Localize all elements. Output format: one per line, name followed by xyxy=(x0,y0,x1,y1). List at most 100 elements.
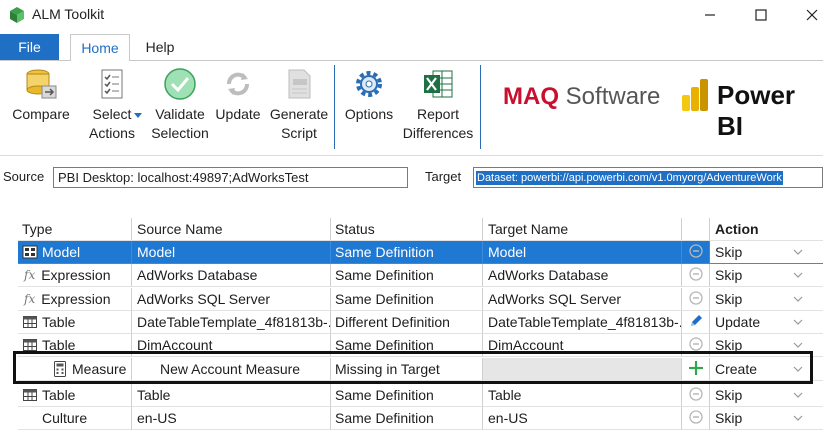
chevron-down-icon[interactable] xyxy=(793,390,803,400)
chevron-down-icon[interactable] xyxy=(793,270,803,280)
ribbon-separator xyxy=(334,65,335,149)
target-field[interactable]: Dataset: powerbi://api.powerbi.com/v1.0m… xyxy=(473,167,823,188)
header-action[interactable]: Action xyxy=(710,218,823,241)
source-label: Source xyxy=(3,169,45,184)
action-dropdown[interactable]: Skip xyxy=(710,264,823,287)
type-label: Expression xyxy=(41,291,111,307)
chevron-down-icon[interactable] xyxy=(793,413,803,423)
header-icon-column xyxy=(682,218,710,241)
fx-icon: fx xyxy=(24,292,36,306)
action-value: Create xyxy=(715,361,758,377)
gear-icon xyxy=(352,67,386,101)
type-label: Table xyxy=(42,387,76,403)
maximize-icon xyxy=(755,9,767,21)
cell-type: Model xyxy=(18,241,132,264)
refresh-icon xyxy=(221,67,255,101)
chevron-down-icon[interactable] xyxy=(793,364,803,374)
cell-source-name: DimAccount xyxy=(132,334,331,357)
cell-source-name: Table xyxy=(132,384,331,407)
tab-file[interactable]: File xyxy=(0,34,59,60)
close-button[interactable] xyxy=(787,0,823,30)
grid-header: Type Source Name Status Target Name Acti… xyxy=(18,218,823,241)
validate-selection-label: Validate Selection xyxy=(151,106,209,141)
cell-status: Same Definition xyxy=(331,407,483,430)
action-dropdown[interactable]: Update xyxy=(710,311,823,334)
action-value: Skip xyxy=(715,387,743,403)
chevron-down-icon[interactable] xyxy=(134,113,142,119)
maximize-button[interactable] xyxy=(736,0,786,30)
action-dropdown[interactable]: Skip xyxy=(710,288,823,311)
skip-circle-icon[interactable] xyxy=(688,336,703,354)
cell-status-icon[interactable] xyxy=(682,384,710,407)
cell-status: Same Definition xyxy=(331,334,483,357)
skip-circle-icon[interactable] xyxy=(688,290,703,308)
validate-selection-button[interactable]: Validate Selection xyxy=(150,67,210,143)
cell-target-name xyxy=(483,358,682,381)
skip-circle-icon[interactable] xyxy=(688,386,703,404)
action-dropdown[interactable]: Skip xyxy=(710,407,823,430)
report-differences-button[interactable]: Report Differences xyxy=(401,67,475,143)
type-label: Table xyxy=(42,337,76,353)
action-dropdown[interactable]: Create xyxy=(710,358,823,381)
generate-script-button[interactable]: Generate Script xyxy=(268,67,330,143)
table-row[interactable]: Table Table Same Definition Table Skip xyxy=(18,384,823,407)
maq-logo-rest: Software xyxy=(559,83,661,110)
table-row[interactable]: Measure New Account Measure Missing in Tar… xyxy=(18,358,823,381)
action-dropdown[interactable]: Skip xyxy=(710,334,823,357)
cell-status-icon[interactable] xyxy=(682,311,710,334)
cell-status: Different Definition xyxy=(331,311,483,334)
cell-source-name: en-US xyxy=(132,407,331,430)
chevron-down-icon[interactable] xyxy=(793,247,803,257)
header-type[interactable]: Type xyxy=(18,218,132,241)
cell-status-icon[interactable] xyxy=(682,241,710,264)
skip-circle-icon[interactable] xyxy=(688,243,703,261)
calculator-icon xyxy=(52,361,68,377)
update-button[interactable]: Update xyxy=(212,67,264,124)
chevron-down-icon[interactable] xyxy=(793,317,803,327)
cell-target-name: AdWorks SQL Server xyxy=(483,288,682,311)
action-dropdown[interactable]: Skip xyxy=(710,384,823,407)
target-value: Dataset: powerbi://api.powerbi.com/v1.0m… xyxy=(476,171,783,185)
table-row[interactable]: Culture en-US Same Definition en-US Skip xyxy=(18,407,823,430)
table-row[interactable]: fx Expression AdWorks SQL Server Same Defin… xyxy=(18,288,823,311)
cell-status: Missing in Target xyxy=(331,358,483,381)
header-status[interactable]: Status xyxy=(331,218,483,241)
table-row[interactable]: Table DimAccount Same Definition DimAccount… xyxy=(18,334,823,357)
skip-circle-icon[interactable] xyxy=(688,266,703,284)
type-label: Culture xyxy=(42,410,88,426)
cell-status: Same Definition xyxy=(331,241,483,264)
tab-home[interactable]: Home xyxy=(70,34,130,61)
compare-button[interactable]: Compare xyxy=(9,67,73,124)
action-dropdown[interactable]: Skip xyxy=(710,241,823,264)
table-row[interactable]: Table DateTableTemplate_4f81813b-... Diffe… xyxy=(18,311,823,334)
header-target-name[interactable]: Target Name xyxy=(483,218,682,241)
cell-source-name: Model xyxy=(132,241,331,264)
chevron-down-icon[interactable] xyxy=(793,340,803,350)
cell-status: Same Definition xyxy=(331,384,483,407)
type-label: Expression xyxy=(41,267,111,283)
skip-circle-icon[interactable] xyxy=(688,409,703,427)
table-row[interactable]: fx Expression AdWorks Database Same Definit… xyxy=(18,264,823,287)
cell-type: Measure xyxy=(18,358,132,381)
cell-status-icon[interactable] xyxy=(682,407,710,430)
plus-icon[interactable] xyxy=(688,360,704,379)
select-actions-button[interactable]: Select Actions xyxy=(82,67,142,143)
cell-status: Same Definition xyxy=(331,264,483,287)
cell-status-icon[interactable] xyxy=(682,264,710,287)
tab-help[interactable]: Help xyxy=(138,34,182,60)
cell-status-icon[interactable] xyxy=(682,358,710,381)
pencil-icon[interactable] xyxy=(688,313,704,332)
title-bar: ALM Toolkit xyxy=(0,0,823,30)
cell-status-icon[interactable] xyxy=(682,334,710,357)
header-source-name[interactable]: Source Name xyxy=(132,218,331,241)
cell-status-icon[interactable] xyxy=(682,288,710,311)
excel-icon xyxy=(421,67,455,101)
chevron-down-icon[interactable] xyxy=(793,294,803,304)
table-row[interactable]: Model Model Same Definition Model Skip xyxy=(18,241,823,264)
options-button[interactable]: Options xyxy=(340,67,398,124)
action-value: Update xyxy=(715,314,761,330)
cell-type: Culture xyxy=(18,407,132,430)
cell-target-name: Table xyxy=(483,384,682,407)
minimize-button[interactable] xyxy=(685,0,735,30)
source-field[interactable]: PBI Desktop: localhost:49897;AdWorksTest xyxy=(53,167,408,188)
